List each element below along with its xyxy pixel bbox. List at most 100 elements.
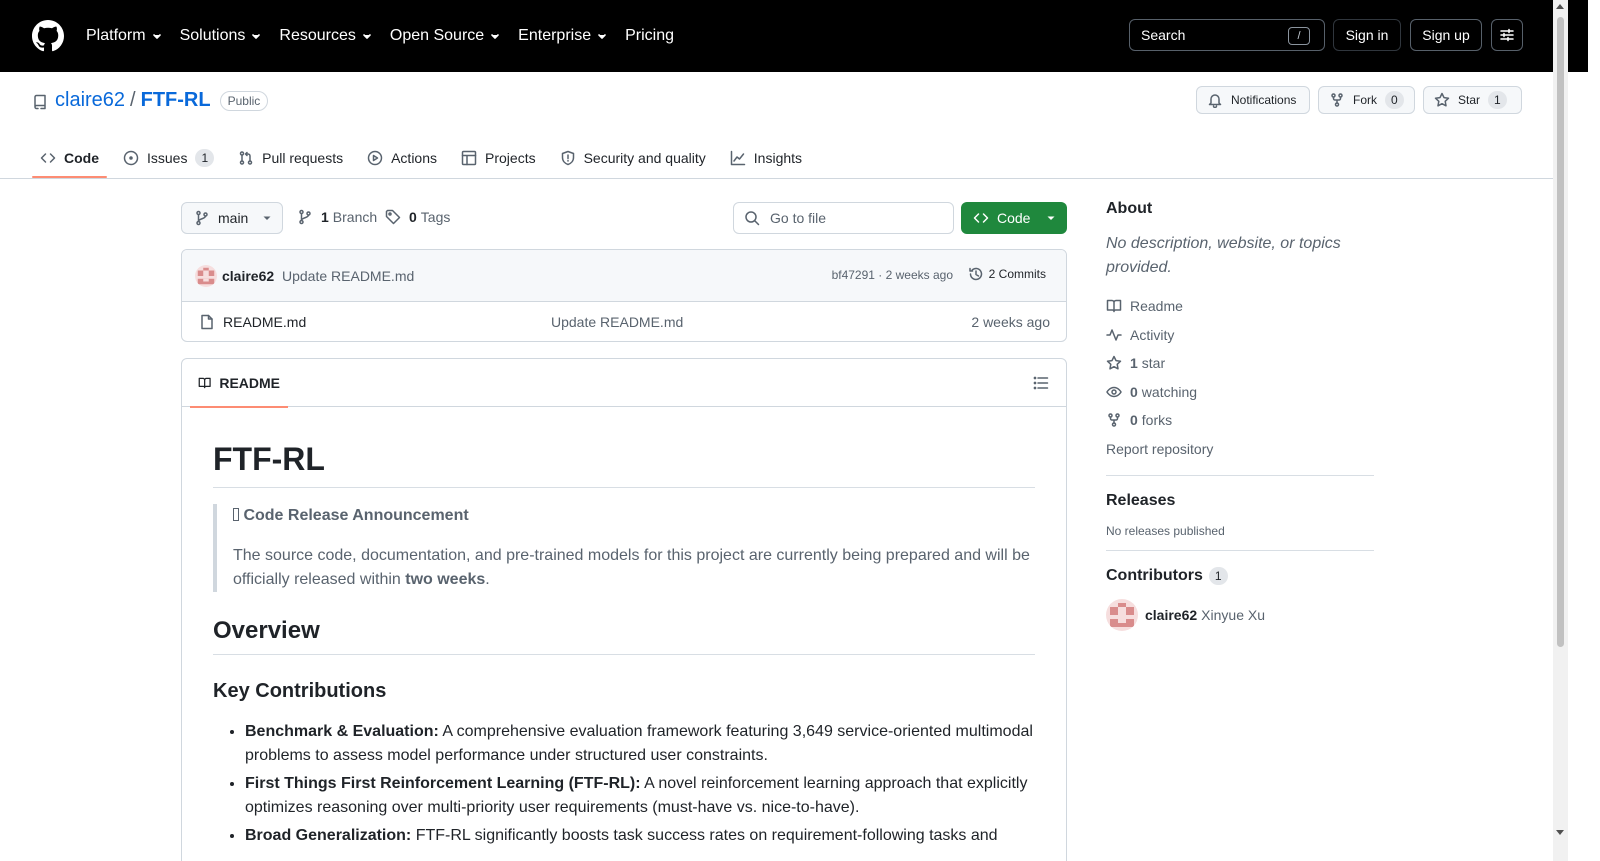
pull-request-icon (239, 151, 253, 165)
code-dropdown-button[interactable]: Code (961, 202, 1067, 234)
issue-icon (123, 150, 139, 166)
tab-security-label: Security and quality (583, 150, 706, 166)
readme-title: FTF-RL (213, 439, 1035, 488)
list-item-bold: Broad Generalization: (245, 827, 412, 844)
activity-link-label: Activity (1130, 326, 1175, 343)
nav-enterprise-label: Enterprise (518, 27, 592, 44)
list-item: Benchmark & Evaluation: A comprehensive … (245, 720, 1035, 768)
stars-link[interactable]: 1 star (1106, 349, 1374, 378)
repo-owner-link[interactable]: claire62 (55, 89, 125, 112)
report-repository-link[interactable]: Report repository (1106, 435, 1374, 463)
table-row: README.md Update README.md 2 weeks ago (182, 302, 1066, 341)
nav-platform[interactable]: Platform (86, 27, 162, 45)
star-icon (1106, 356, 1122, 370)
list-item: First Things First Reinforcement Learnin… (245, 772, 1035, 820)
sign-in-button[interactable]: Sign in (1333, 19, 1401, 51)
readme-link-label: Readme (1130, 298, 1183, 315)
watching-count: 0 (1130, 383, 1138, 400)
book-icon (1106, 300, 1122, 313)
repo-name-link[interactable]: FTF-RL (141, 89, 211, 112)
overview-heading: Overview (213, 616, 1035, 655)
scroll-down-arrow-icon[interactable] (1556, 830, 1564, 835)
branch-icon (299, 209, 311, 225)
tab-projects-label: Projects (485, 150, 536, 166)
readme-link[interactable]: Readme (1106, 292, 1374, 321)
tab-code[interactable]: Code (32, 138, 107, 178)
contributions-list: Benchmark & Evaluation: A comprehensive … (213, 720, 1035, 848)
nav-resources[interactable]: Resources (279, 27, 371, 45)
branches-link[interactable]: 1 Branch (297, 209, 377, 225)
history-icon (968, 267, 982, 281)
nav-enterprise[interactable]: Enterprise (518, 27, 607, 45)
avatar[interactable] (195, 265, 217, 287)
chevron-down-icon (152, 34, 161, 39)
github-logo-icon[interactable] (32, 20, 64, 52)
tab-issues[interactable]: Issues 1 (115, 138, 222, 178)
nav-open-source[interactable]: Open Source (390, 27, 500, 45)
go-to-file-input[interactable]: Go to file (733, 202, 954, 234)
star-button[interactable]: Star 1 (1423, 86, 1522, 114)
nav-open-source-label: Open Source (389, 27, 485, 44)
tags-link[interactable]: 0 Tags (385, 209, 450, 225)
tab-security[interactable]: Security and quality (552, 138, 714, 178)
top-nav: Platform Solutions Resources Open Source… (86, 0, 692, 72)
chevron-down-icon (598, 34, 606, 39)
tab-issues-label: Issues (147, 150, 188, 166)
repo-title-separator: / (130, 89, 136, 111)
release-notice: Code Release Announcement The source cod… (213, 504, 1035, 592)
branch-name: main (218, 210, 249, 226)
notice-title-text: Code Release Announcement (239, 507, 469, 524)
nav-solutions[interactable]: Solutions (180, 27, 262, 45)
scrollbar-thumb[interactable] (1557, 17, 1564, 647)
divider (1106, 474, 1374, 476)
chevron-down-icon (491, 34, 499, 39)
file-commit-message-link[interactable]: Update README.md (551, 314, 683, 330)
fork-button[interactable]: Fork 0 (1318, 86, 1415, 114)
notifications-button[interactable]: Notifications (1196, 86, 1310, 114)
contributors-count: 1 (1208, 566, 1228, 585)
code-button-label: Code (997, 210, 1031, 226)
scroll-up-arrow-icon[interactable] (1556, 4, 1564, 9)
repo-title: claire62 / FTF-RL Public (55, 89, 269, 112)
readme-content: FTF-RL Code Release Announcement The sou… (182, 439, 1066, 848)
commits-link[interactable]: 2 Commits (968, 266, 1046, 282)
issues-count: 1 (195, 149, 215, 167)
tag-label: Tags (420, 209, 451, 225)
contributor-login[interactable]: claire62 (1145, 607, 1197, 623)
page-scrollbar[interactable] (1553, 0, 1568, 861)
tab-insights[interactable]: Insights (722, 138, 810, 178)
commit-author-link[interactable]: claire62 (222, 268, 274, 284)
releases-heading[interactable]: Releases (1106, 492, 1374, 510)
avatar[interactable] (1106, 598, 1138, 631)
list-icon[interactable] (1033, 375, 1049, 391)
commit-message-link[interactable]: Update README.md (282, 268, 414, 284)
watchers-link[interactable]: 0 watching (1106, 378, 1374, 407)
tab-pull-requests-label: Pull requests (262, 150, 344, 166)
nav-pricing[interactable]: Pricing (625, 27, 674, 45)
shield-icon (561, 150, 574, 166)
contributor-item[interactable]: claire62 Xinyue Xu (1106, 598, 1374, 631)
pulse-icon (1106, 329, 1122, 341)
contributors-heading[interactable]: Contributors 1 (1106, 566, 1374, 585)
readme-tab[interactable]: README (190, 359, 288, 408)
tab-actions[interactable]: Actions (359, 138, 445, 178)
caret-down-icon (263, 216, 271, 220)
branch-selector[interactable]: main (181, 202, 283, 234)
fork-count: 0 (1385, 91, 1404, 109)
file-icon (201, 314, 213, 330)
forks-link[interactable]: 0 forks (1106, 406, 1374, 435)
latest-commit: claire62 Update README.md bf47291 · 2 we… (182, 250, 1066, 302)
commits-count-label: 2 Commits (988, 267, 1046, 281)
file-name-link[interactable]: README.md (223, 314, 306, 330)
search-input[interactable]: Search / (1129, 19, 1325, 51)
appearance-settings-button[interactable] (1491, 19, 1523, 51)
tab-projects[interactable]: Projects (453, 138, 544, 178)
commit-sha-time[interactable]: bf47291 · 2 weeks ago (832, 268, 953, 282)
nav-solutions-label: Solutions (179, 27, 246, 44)
tab-pull-requests[interactable]: Pull requests (230, 138, 351, 178)
repo-header: claire62 / FTF-RL Public Notifications F… (0, 72, 1553, 179)
activity-link[interactable]: Activity (1106, 321, 1374, 350)
caret-down-icon (1047, 216, 1055, 220)
list-item-text: FTF-RL significantly boosts task success… (411, 827, 998, 844)
sign-up-button[interactable]: Sign up (1410, 19, 1482, 51)
